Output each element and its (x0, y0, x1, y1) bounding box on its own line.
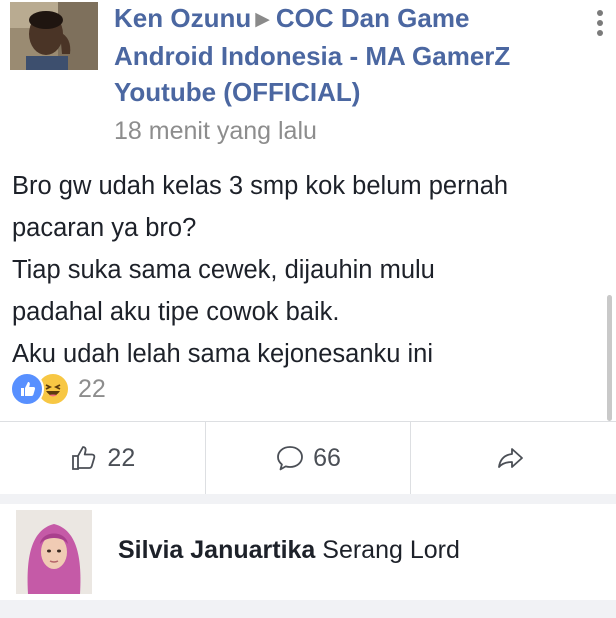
comment-bubble-icon (277, 446, 303, 471)
post-body-line: Aku udah lelah sama kejonesanku ini (12, 340, 434, 368)
post-body: Bro gw udah kelas 3 smp kok belum pernah… (12, 165, 592, 375)
post-body-line: Bro gw udah kelas 3 smp kok belum pernah (12, 172, 509, 200)
group-name-part-3: Youtube (OFFICIAL) (114, 77, 361, 107)
post-header: Ken Ozunu ▶ COC Dan Game Android Indonesia … (0, 0, 616, 160)
facebook-post-screen: Ken Ozunu ▶ COC Dan Game Android Indonesia … (0, 0, 616, 618)
commenter-photo (16, 510, 92, 594)
like-button[interactable]: 22 (0, 422, 205, 494)
post-body-line: padahal aku tipe cowok baik. (12, 298, 340, 326)
scrollbar[interactable] (607, 295, 612, 421)
thumbs-up-icon (72, 446, 96, 470)
comments-section: Silvia Januartika Serang Lord (0, 494, 616, 618)
commenter-name[interactable]: Silvia Januartika (118, 536, 315, 564)
author-avatar[interactable] (10, 2, 98, 70)
group-name-part-1: COC Dan Game (275, 3, 470, 33)
commenter-avatar[interactable] (16, 510, 92, 594)
share-arrow-icon (497, 448, 523, 468)
comment-button[interactable]: 66 (204, 422, 411, 494)
comment-item[interactable]: Silvia Januartika Serang Lord (0, 504, 616, 600)
share-button[interactable] (410, 422, 616, 494)
comment-body: Serang Lord (322, 536, 460, 564)
post-timestamp[interactable]: 18 menit yang lalu (114, 117, 317, 146)
author-photo (10, 2, 98, 70)
author-name-link[interactable]: Ken Ozunu (114, 3, 251, 33)
reactions-summary[interactable]: 22 (10, 372, 106, 406)
like-icon (10, 372, 44, 406)
arrow-right-icon: ▶ (255, 9, 270, 30)
post-body-line: pacaran ya bro? (12, 214, 197, 242)
reaction-count: 22 (78, 374, 106, 403)
comment-count: 66 (313, 443, 341, 472)
like-count: 22 (107, 443, 136, 472)
more-options-icon[interactable] (590, 10, 610, 50)
post-title: Ken Ozunu ▶ COC Dan Game Android Indonesia … (114, 0, 564, 110)
comment-text: Silvia Januartika Serang Lord (118, 536, 460, 565)
post-body-line: Tiap suka sama cewek, dijauhin mulu (12, 256, 435, 284)
post-action-bar: 22 66 (0, 421, 616, 495)
group-name-part-2: Android Indonesia - MA GamerZ (114, 41, 511, 71)
